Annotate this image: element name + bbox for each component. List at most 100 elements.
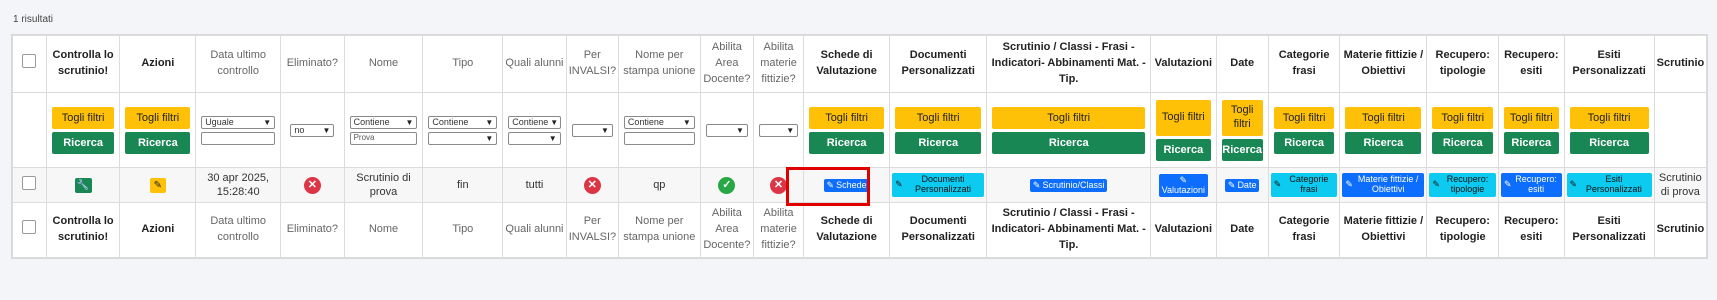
recupero-tipologie-button[interactable]: ✎ Recupero: tipologie — [1429, 173, 1497, 197]
footer-tipo[interactable]: Tipo — [422, 202, 504, 258]
search-button[interactable]: Ricerca — [1569, 131, 1649, 154]
footer-azioni[interactable]: Azioni — [119, 202, 197, 258]
footer-controlla[interactable]: Controlla lo scrutinio! — [45, 202, 121, 258]
eliminato-select[interactable]: no ▼ — [290, 123, 335, 137]
toggle-filters-button[interactable]: Togli filtri — [1221, 99, 1263, 136]
header-tipo[interactable]: Tipo — [422, 35, 504, 93]
categorie-frasi-button[interactable]: ✎ Categorie frasi — [1270, 173, 1338, 197]
header-select-all[interactable] — [12, 35, 47, 93]
footer-per-invalsi[interactable]: Per INVALSI? — [565, 202, 619, 258]
wrench-icon[interactable]: 🔧 — [74, 177, 92, 193]
valutazioni-button[interactable]: ✎ Valutazioni — [1158, 173, 1209, 198]
toggle-filters-button[interactable]: Togli filtri — [1432, 106, 1494, 129]
header-materie-fittizie[interactable]: Materie fittizie / Obiettivi — [1339, 35, 1428, 93]
nome-filter-input[interactable]: Prova — [349, 131, 418, 145]
toggle-filters-button[interactable]: Togli filtri — [125, 106, 191, 129]
toggle-filters-button[interactable]: Togli filtri — [1156, 99, 1211, 136]
header-documenti-personalizzati[interactable]: Documenti Personalizzati — [889, 35, 988, 93]
header-recupero-esiti[interactable]: Recupero: esiti — [1498, 35, 1565, 93]
materie-fittizie-select[interactable]: ▼ — [758, 123, 799, 137]
alunni-operator-select[interactable]: Contiene ▼ — [508, 115, 561, 129]
header-scrutinio-classi[interactable]: Scrutinio / Classi - Frasi - Indicatori-… — [986, 35, 1152, 93]
header-scrutinio[interactable]: Scrutinio — [1653, 35, 1708, 93]
footer-recupero-tipologie[interactable]: Recupero: tipologie — [1426, 202, 1500, 258]
footer-nome-stampa-unione[interactable]: Nome per stampa unione — [617, 202, 701, 258]
search-button[interactable]: Ricerca — [1273, 131, 1335, 154]
footer-scrutinio-classi[interactable]: Scrutinio / Classi - Frasi - Indicatori-… — [986, 202, 1152, 258]
nome-operator-select[interactable]: Contiene ▼ — [349, 115, 418, 129]
footer-abilita-materie-fittizie[interactable]: Abilita materie fittizie? — [752, 202, 805, 258]
header-eliminato[interactable]: Eliminato? — [280, 35, 345, 93]
tipo-operator-select[interactable]: Contiene ▼ — [428, 115, 498, 129]
date-button[interactable]: ✎ Date — [1224, 178, 1260, 193]
documenti-personalizzati-button[interactable]: ✎ Documenti Personalizzati — [892, 173, 985, 197]
alunni-value-select[interactable]: ▼ — [508, 131, 561, 145]
toggle-filters-button[interactable]: Togli filtri — [809, 106, 885, 129]
select-all-checkbox[interactable] — [22, 54, 37, 69]
footer-valutazioni[interactable]: Valutazioni — [1150, 202, 1217, 258]
data-operator-select[interactable]: Uguale ▼ — [201, 115, 276, 129]
toggle-filters-button[interactable]: Togli filtri — [1504, 106, 1559, 129]
footer-esiti-personalizzati[interactable]: Esiti Personalizzati — [1563, 202, 1655, 258]
search-button[interactable]: Ricerca — [125, 131, 191, 154]
header-schede-valutazione[interactable]: Schede di Valutazione — [803, 35, 891, 93]
footer-scrutinio[interactable]: Scrutinio — [1653, 202, 1708, 258]
data-filter-input[interactable] — [201, 131, 276, 145]
tipo-value-select[interactable]: ▼ — [428, 131, 498, 145]
header-per-invalsi[interactable]: Per INVALSI? — [565, 35, 619, 93]
toggle-filters-button[interactable]: Togli filtri — [1345, 106, 1422, 129]
header-recupero-tipologie[interactable]: Recupero: tipologie — [1426, 35, 1500, 93]
toggle-filters-button[interactable]: Togli filtri — [1273, 106, 1335, 129]
footer-materie-fittizie[interactable]: Materie fittizie / Obiettivi — [1339, 202, 1428, 258]
row-checkbox[interactable] — [22, 175, 37, 190]
footer-recupero-esiti[interactable]: Recupero: esiti — [1498, 202, 1565, 258]
header-valutazioni[interactable]: Valutazioni — [1150, 35, 1217, 93]
toggle-filters-button[interactable]: Togli filtri — [992, 106, 1146, 129]
row-select-cell[interactable] — [12, 167, 47, 203]
header-nome[interactable]: Nome — [343, 35, 424, 93]
search-button[interactable]: Ricerca — [1504, 131, 1559, 154]
header-azioni[interactable]: Azioni — [119, 35, 197, 93]
header-quali-alunni[interactable]: Quali alunni — [502, 35, 567, 93]
footer-date[interactable]: Date — [1215, 202, 1269, 258]
edit-icon[interactable]: ✎ — [149, 177, 166, 193]
header-nome-stampa-unione[interactable]: Nome per stampa unione — [617, 35, 701, 93]
search-button[interactable]: Ricerca — [809, 131, 885, 154]
recupero-esiti-button[interactable]: ✎ Recupero: esiti — [1501, 173, 1562, 197]
search-button[interactable]: Ricerca — [1156, 138, 1211, 161]
header-categorie-frasi[interactable]: Categorie frasi — [1267, 35, 1341, 93]
scrutinio-classi-button[interactable]: ✎ Scrutinio/Classi — [1029, 178, 1108, 193]
search-button[interactable]: Ricerca — [1345, 131, 1422, 154]
footer-schede-valutazione[interactable]: Schede di Valutazione — [803, 202, 891, 258]
footer-select-all[interactable] — [12, 202, 47, 258]
stampa-operator-select[interactable]: Contiene ▼ — [623, 115, 695, 129]
header-esiti-personalizzati[interactable]: Esiti Personalizzati — [1563, 35, 1655, 93]
header-data-ultimo-controllo[interactable]: Data ultimo controllo — [195, 35, 282, 93]
footer-quali-alunni[interactable]: Quali alunni — [502, 202, 567, 258]
search-button[interactable]: Ricerca — [992, 131, 1146, 154]
invalsi-select[interactable]: ▼ — [571, 123, 613, 137]
footer-categorie-frasi[interactable]: Categorie frasi — [1267, 202, 1341, 258]
header-abilita-area-docente[interactable]: Abilita Area Docente? — [699, 35, 754, 93]
header-date[interactable]: Date — [1215, 35, 1269, 93]
esiti-personalizzati-button[interactable]: ✎ Esiti Personalizzati — [1566, 173, 1652, 197]
schede-button[interactable]: ✎ Schede — [823, 178, 870, 193]
search-button[interactable]: Ricerca — [895, 131, 982, 154]
footer-eliminato[interactable]: Eliminato? — [280, 202, 345, 258]
header-controlla[interactable]: Controlla lo scrutinio! — [45, 35, 121, 93]
footer-nome[interactable]: Nome — [343, 202, 424, 258]
area-docente-select[interactable]: ▼ — [705, 123, 748, 137]
footer-data-ultimo-controllo[interactable]: Data ultimo controllo — [195, 202, 282, 258]
footer-abilita-area-docente[interactable]: Abilita Area Docente? — [699, 202, 754, 258]
footer-documenti-personalizzati[interactable]: Documenti Personalizzati — [889, 202, 988, 258]
search-button[interactable]: Ricerca — [1432, 131, 1494, 154]
search-button[interactable]: Ricerca — [51, 131, 115, 154]
search-button[interactable]: Ricerca — [1221, 138, 1263, 161]
toggle-filters-button[interactable]: Togli filtri — [1569, 106, 1649, 129]
toggle-filters-button[interactable]: Togli filtri — [895, 106, 982, 129]
header-abilita-materie-fittizie[interactable]: Abilita materie fittizie? — [752, 35, 805, 93]
select-all-checkbox[interactable] — [22, 220, 37, 235]
materie-fittizie-button[interactable]: ✎ Materie fittizie / Obiettivi — [1342, 173, 1425, 197]
toggle-filters-button[interactable]: Togli filtri — [51, 106, 115, 129]
stampa-filter-input[interactable] — [623, 131, 695, 145]
